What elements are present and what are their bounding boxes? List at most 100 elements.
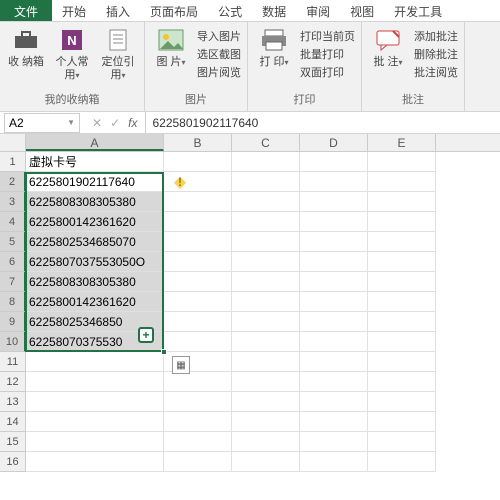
cancel-icon[interactable]: ✕ (92, 116, 102, 130)
cell[interactable] (368, 232, 436, 252)
cell[interactable] (232, 312, 300, 332)
cell[interactable] (232, 432, 300, 452)
cell[interactable]: 6225801902117640 (26, 172, 164, 192)
row-header[interactable]: 3 (0, 192, 26, 212)
cell[interactable] (300, 172, 368, 192)
cell[interactable] (232, 412, 300, 432)
col-header-b[interactable]: B (164, 134, 232, 151)
fill-handle[interactable] (161, 349, 167, 355)
cell[interactable] (368, 452, 436, 472)
row-header[interactable]: 7 (0, 272, 26, 292)
cell[interactable] (232, 372, 300, 392)
spreadsheet-grid[interactable]: A B C D E 1虚拟卡号 26225801902117640 362258… (0, 134, 500, 472)
cell[interactable] (300, 452, 368, 472)
cell[interactable] (232, 152, 300, 172)
row-header[interactable]: 9 (0, 312, 26, 332)
row-header[interactable]: 13 (0, 392, 26, 412)
cell[interactable] (232, 172, 300, 192)
cell[interactable] (300, 272, 368, 292)
cell[interactable] (368, 432, 436, 452)
browse-picture-link[interactable]: 图片阅览 (197, 64, 241, 80)
autofill-options-button[interactable]: ▦ (172, 356, 190, 374)
add-comment-link[interactable]: 添加批注 (414, 28, 458, 44)
cell[interactable] (368, 392, 436, 412)
row-header[interactable]: 12 (0, 372, 26, 392)
cell[interactable] (368, 212, 436, 232)
cell[interactable] (164, 392, 232, 412)
cell[interactable]: 6225800142361620 (26, 292, 164, 312)
tab-view[interactable]: 视图 (340, 0, 384, 21)
inbox-button[interactable]: 收 纳箱 (6, 26, 46, 69)
row-header[interactable]: 11 (0, 352, 26, 372)
picture-button[interactable]: 图 片▾ (151, 26, 191, 69)
tab-review[interactable]: 审阅 (296, 0, 340, 21)
tab-home[interactable]: 开始 (52, 0, 96, 21)
screenshot-link[interactable]: 选区截图 (197, 46, 241, 62)
comment-button[interactable]: 批 注▾ (368, 26, 408, 69)
cell[interactable] (300, 152, 368, 172)
cell[interactable] (300, 212, 368, 232)
cell[interactable]: 虚拟卡号 (26, 152, 164, 172)
cell[interactable] (164, 412, 232, 432)
row-header[interactable]: 16 (0, 452, 26, 472)
cell[interactable] (300, 332, 368, 352)
fx-icon[interactable]: fx (128, 116, 137, 130)
cell[interactable] (164, 192, 232, 212)
cell[interactable] (26, 412, 164, 432)
cell[interactable]: 6225800142361620 (26, 212, 164, 232)
delete-comment-link[interactable]: 删除批注 (414, 46, 458, 62)
cell[interactable] (368, 332, 436, 352)
select-all-corner[interactable] (0, 134, 26, 151)
cell[interactable] (164, 432, 232, 452)
batch-print-link[interactable]: 批量打印 (300, 46, 355, 62)
tab-layout[interactable]: 页面布局 (140, 0, 208, 21)
row-header[interactable]: 1 (0, 152, 26, 172)
tab-formula[interactable]: 公式 (208, 0, 252, 21)
cell[interactable] (232, 292, 300, 312)
tab-insert[interactable]: 插入 (96, 0, 140, 21)
cell[interactable] (368, 292, 436, 312)
row-header[interactable]: 6 (0, 252, 26, 272)
cell[interactable] (232, 272, 300, 292)
col-header-a[interactable]: A (26, 134, 164, 151)
cell[interactable] (26, 432, 164, 452)
cell[interactable] (368, 272, 436, 292)
cell[interactable] (368, 152, 436, 172)
cell[interactable] (232, 192, 300, 212)
duplex-print-link[interactable]: 双面打印 (300, 64, 355, 80)
cell[interactable]: 6225808308305380 (26, 192, 164, 212)
cell[interactable] (300, 232, 368, 252)
row-header[interactable]: 4 (0, 212, 26, 232)
cell[interactable] (368, 252, 436, 272)
cell[interactable] (368, 352, 436, 372)
cell[interactable] (164, 212, 232, 232)
cell[interactable] (164, 252, 232, 272)
cell[interactable] (164, 452, 232, 472)
cell[interactable] (26, 352, 164, 372)
cell[interactable] (300, 432, 368, 452)
col-header-d[interactable]: D (300, 134, 368, 151)
cell[interactable] (164, 312, 232, 332)
confirm-icon[interactable]: ✓ (110, 116, 120, 130)
cell[interactable] (368, 192, 436, 212)
cell[interactable] (300, 392, 368, 412)
row-header[interactable]: 8 (0, 292, 26, 312)
cell[interactable] (368, 412, 436, 432)
cell[interactable] (164, 232, 232, 252)
cell[interactable] (164, 272, 232, 292)
cell[interactable] (368, 312, 436, 332)
row-header[interactable]: 2 (0, 172, 26, 192)
tab-data[interactable]: 数据 (252, 0, 296, 21)
row-header[interactable]: 14 (0, 412, 26, 432)
cell[interactable] (232, 352, 300, 372)
cell[interactable] (232, 232, 300, 252)
cell[interactable] (368, 372, 436, 392)
cell[interactable] (300, 412, 368, 432)
cell[interactable] (368, 172, 436, 192)
cell[interactable] (300, 252, 368, 272)
cell[interactable] (300, 312, 368, 332)
browse-comment-link[interactable]: 批注阅览 (414, 64, 458, 80)
error-warning-icon[interactable]: ! (172, 174, 188, 190)
print-button[interactable]: 打 印▾ (254, 26, 294, 69)
cell[interactable]: 6225802534685070 (26, 232, 164, 252)
